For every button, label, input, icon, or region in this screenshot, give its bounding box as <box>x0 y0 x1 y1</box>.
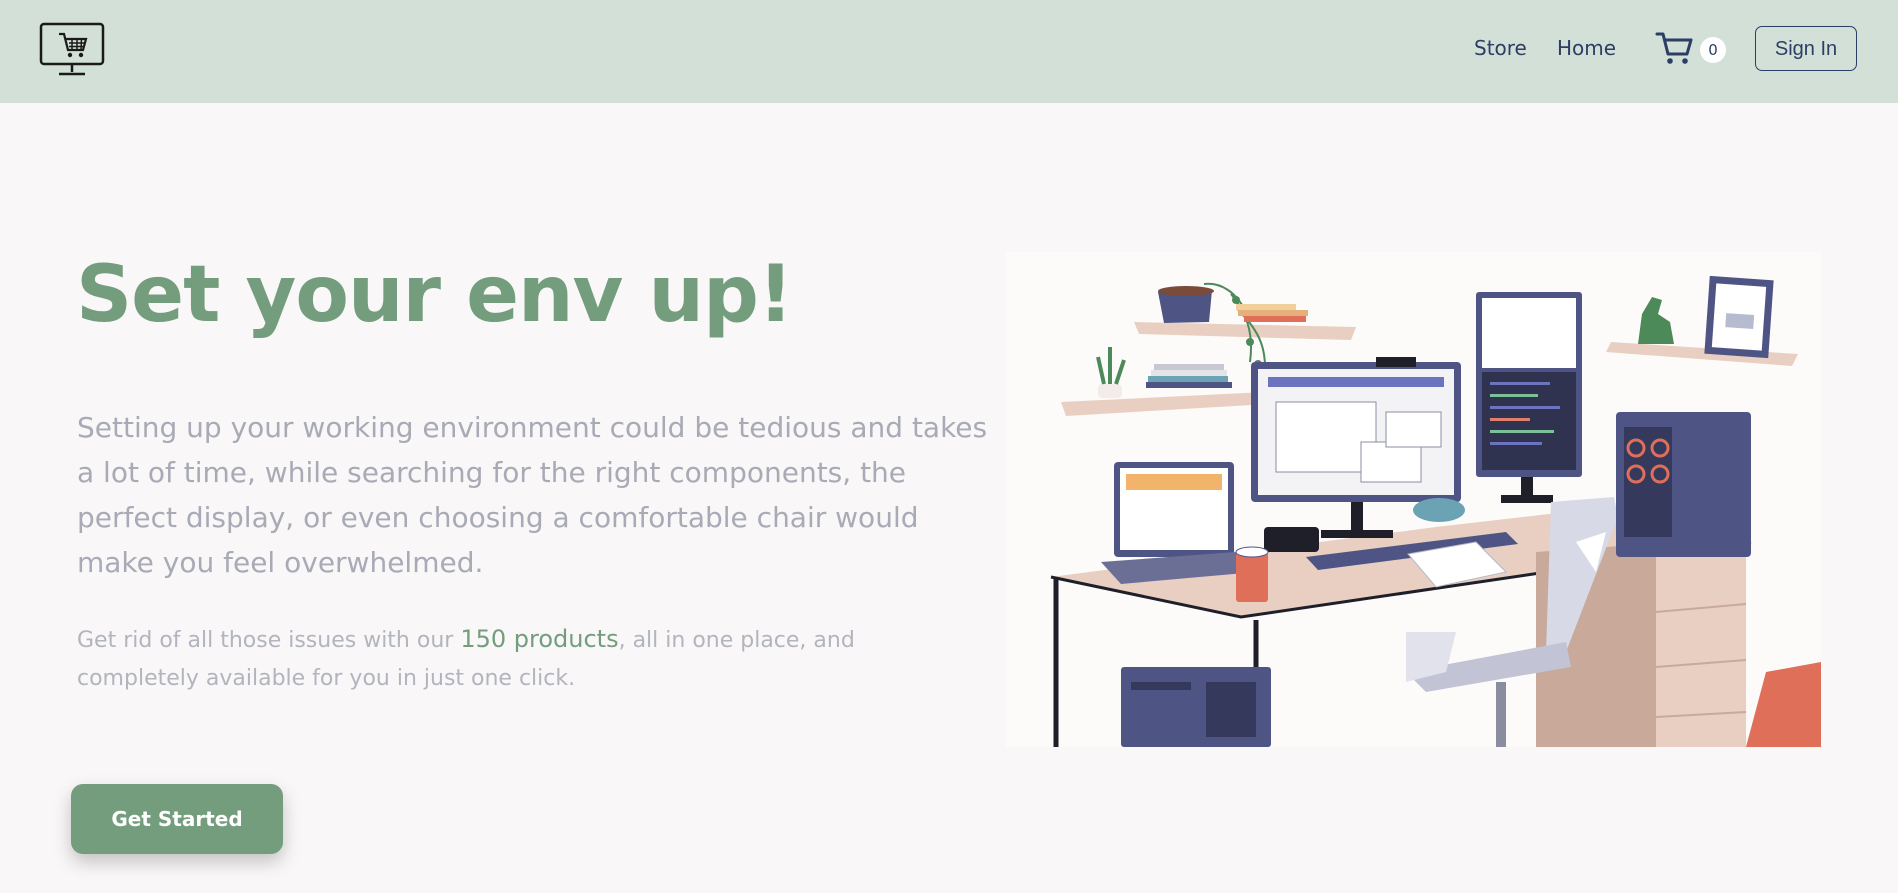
navbar: Store Home 0 Sign In <box>0 0 1898 103</box>
hero-subtext: Get rid of all those issues with our 150… <box>77 620 957 698</box>
sign-in-button[interactable]: Sign In <box>1755 26 1857 71</box>
hero-description: Setting up your working environment coul… <box>77 411 988 579</box>
cart-count-badge: 0 <box>1700 37 1726 63</box>
hero-title: Set your env up! <box>76 250 793 340</box>
desk-workspace-illustration <box>1006 252 1821 747</box>
get-started-button[interactable]: Get Started <box>71 784 283 854</box>
products-count-highlight: 150 products <box>460 625 619 653</box>
cart-icon[interactable] <box>1655 30 1693 66</box>
hero-subtext-start: Get rid of all those issues with our <box>77 628 461 653</box>
nav-link-store[interactable]: Store <box>1474 36 1527 60</box>
nav-link-home[interactable]: Home <box>1557 36 1616 60</box>
computer-cart-icon[interactable] <box>39 22 105 78</box>
